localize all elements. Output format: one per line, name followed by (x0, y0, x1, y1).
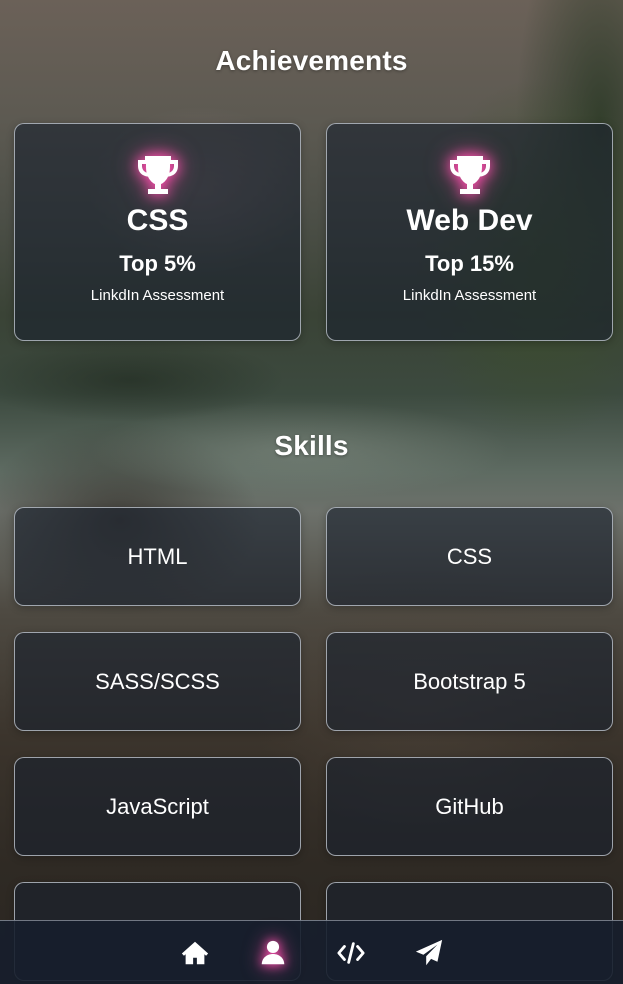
skill-card-bootstrap: Bootstrap 5 (326, 632, 613, 731)
skill-card-css: CSS (326, 507, 613, 606)
nav-contact-button[interactable] (412, 936, 446, 970)
trophy-icon (446, 150, 494, 198)
nav-home-button[interactable] (178, 936, 212, 970)
code-icon (336, 941, 365, 964)
home-icon (181, 941, 208, 964)
nav-about-button[interactable] (256, 936, 290, 970)
achievement-desc: LinkdIn Assessment (90, 287, 225, 304)
user-icon (261, 940, 284, 964)
achievements-title: Achievements (215, 45, 408, 76)
achievement-name: CSS (126, 204, 189, 237)
skills-title: Skills (274, 430, 349, 461)
achievement-rank: Top 5% (119, 251, 196, 276)
trophy-icon (134, 150, 182, 198)
skill-card-github: GitHub (326, 757, 613, 856)
skill-card-html: HTML (14, 507, 301, 606)
achievement-rank: Top 15% (425, 251, 514, 276)
paper-plane-icon (415, 939, 442, 965)
achievement-card-css: CSS Top 5% LinkdIn Assessment (14, 123, 301, 341)
skill-card-javascript: JavaScript (14, 757, 301, 856)
achievement-name: Web Dev (406, 204, 533, 237)
bottom-nav (0, 920, 623, 984)
skill-card-sass: SASS/SCSS (14, 632, 301, 731)
achievement-card-web-dev: Web Dev Top 15% LinkdIn Assessment (326, 123, 613, 341)
nav-projects-button[interactable] (334, 936, 368, 970)
achievement-desc: LinkdIn Assessment (402, 287, 537, 304)
